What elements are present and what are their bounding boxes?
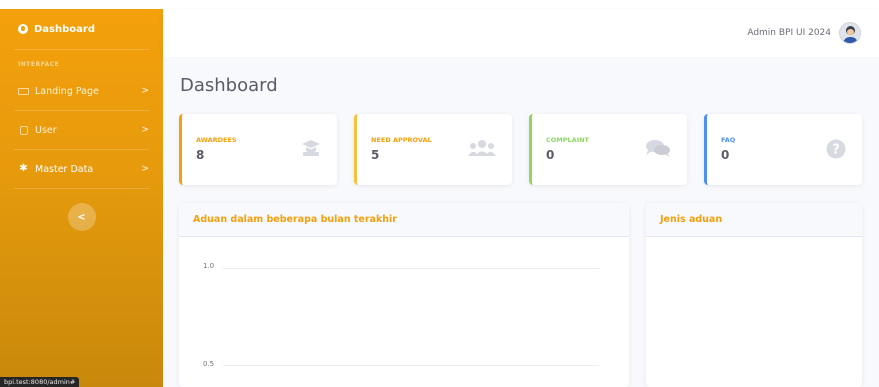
card-value: 8: [196, 148, 205, 162]
sidebar-item-master-data[interactable]: ✱ Master Data >: [0, 150, 163, 188]
card-label: FAQ: [721, 136, 736, 144]
card-label: AWARDEES: [196, 136, 237, 144]
panel-title: Aduan dalam beberapa bulan terakhir: [179, 203, 629, 237]
card-complaint: COMPLAINT 0: [529, 114, 687, 185]
topbar: Admin BPI UI 2024: [163, 9, 879, 57]
users-icon: [468, 139, 496, 161]
dashboard-icon: [18, 24, 28, 34]
card-faq: FAQ 0 ?: [704, 114, 862, 185]
chevron-right-icon: >: [141, 125, 149, 135]
sidebar-item-label: Master Data: [35, 163, 94, 175]
complaint-types-panel: Jenis aduan: [646, 203, 862, 387]
question-icon: ?: [826, 139, 846, 163]
panel-title: Jenis aduan: [646, 203, 862, 237]
sidebar-brand-label: Dashboard: [34, 23, 95, 35]
complaints-chart-panel: Aduan dalam beberapa bulan terakhir 1.0 …: [179, 203, 629, 387]
sidebar-item-label: Landing Page: [35, 85, 99, 97]
chevron-right-icon: >: [141, 86, 149, 96]
user-icon: [18, 125, 29, 135]
sidebar-item-label: User: [35, 124, 57, 136]
status-bar-url: bpi.test:8080/admin#: [0, 377, 80, 387]
sidebar-item-user[interactable]: User >: [0, 111, 163, 149]
sidebar-item-landing-page[interactable]: Landing Page >: [0, 72, 163, 110]
card-awardees: AWARDEES 8: [179, 114, 337, 185]
y-axis-tick-label: 0.5: [203, 360, 215, 368]
sidebar-heading: INTERFACE: [18, 61, 60, 68]
y-axis-tick-label: 1.0: [203, 262, 215, 270]
card-label: NEED APPROVAL: [371, 136, 432, 144]
avatar[interactable]: [839, 22, 861, 44]
main-content: Dashboard AWARDEES 8 NEED APPROVAL 5 COM…: [163, 57, 879, 387]
comments-icon: [645, 139, 671, 161]
graduation-icon: [301, 139, 321, 161]
gridline: [223, 268, 599, 269]
card-value: 5: [371, 148, 380, 162]
card-value: 0: [721, 148, 730, 162]
gridline: [223, 365, 599, 366]
sidebar-divider: [14, 188, 149, 189]
card-value: 0: [546, 148, 555, 162]
card-label: COMPLAINT: [546, 136, 589, 144]
card-icon: [18, 87, 29, 95]
gear-icon: ✱: [19, 163, 28, 174]
sidebar-toggle-button[interactable]: <: [67, 203, 96, 231]
topbar-user-name[interactable]: Admin BPI UI 2024: [747, 28, 831, 38]
card-need-approval: NEED APPROVAL 5: [354, 114, 512, 185]
chevron-right-icon: >: [141, 164, 149, 174]
page-title: Dashboard: [180, 75, 278, 96]
sidebar: Dashboard INTERFACE Landing Page > User …: [0, 9, 163, 387]
sidebar-brand-dashboard[interactable]: Dashboard: [0, 9, 163, 49]
svg-text:?: ?: [832, 143, 840, 158]
